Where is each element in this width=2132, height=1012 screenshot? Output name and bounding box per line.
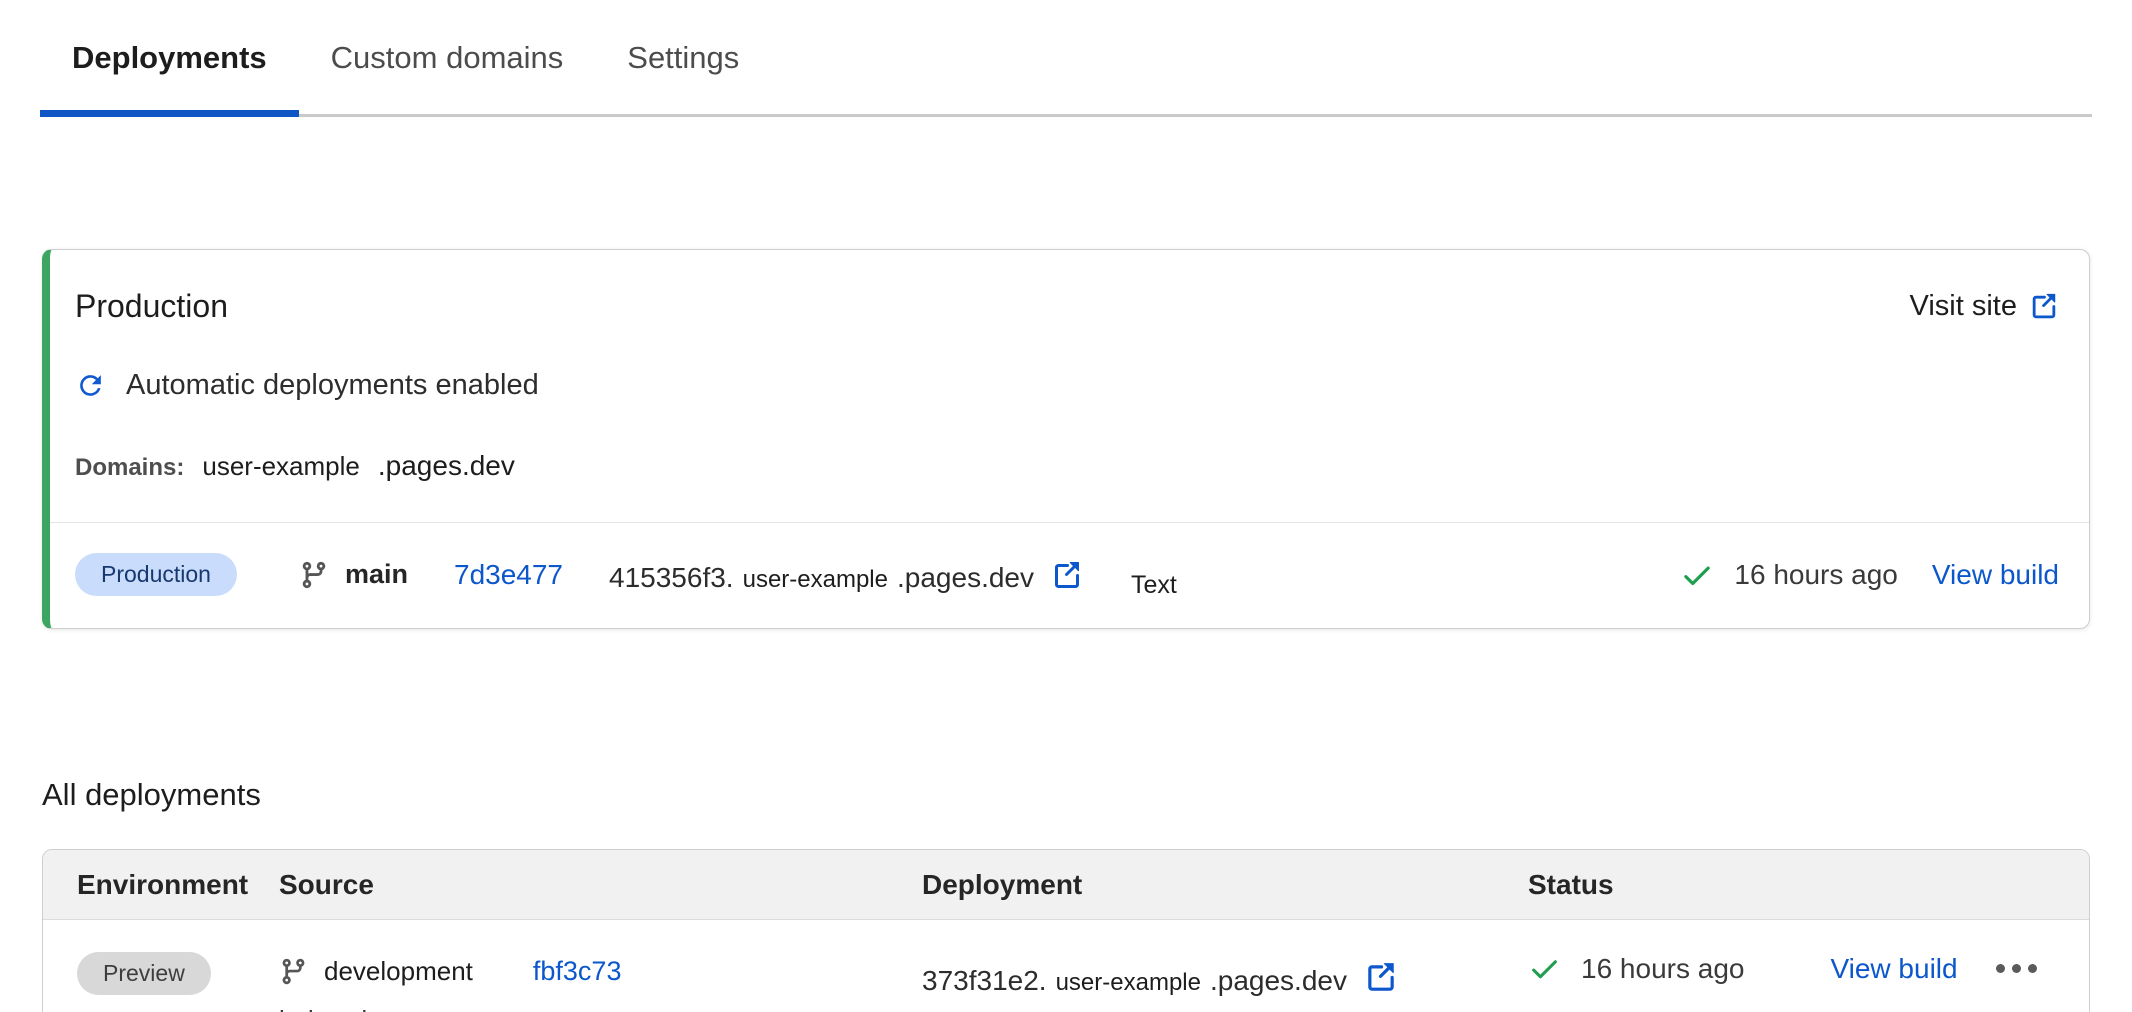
view-build-link[interactable]: View build bbox=[1830, 953, 1957, 985]
deployment-url-name: user-example bbox=[1056, 969, 1201, 997]
ellipsis-icon[interactable] bbox=[1992, 954, 2041, 983]
deployment-url: 373f31e2. user-example .pages.dev bbox=[922, 956, 1528, 997]
tab-settings[interactable]: Settings bbox=[595, 12, 771, 117]
domain-suffix: .pages.dev bbox=[378, 450, 515, 482]
production-card-title: Production bbox=[75, 288, 228, 325]
production-card: Production Visit site Automatic deployme… bbox=[42, 249, 2090, 629]
commit-link[interactable]: fbf3c73 bbox=[533, 956, 622, 987]
deployment-url-prefix: 415356f3. bbox=[609, 562, 734, 594]
view-build-link[interactable]: View build bbox=[1932, 559, 2059, 591]
commit-link[interactable]: 7d3e477 bbox=[454, 559, 563, 591]
column-header-environment: Environment bbox=[77, 869, 279, 901]
deployment-url: 415356f3. user-example .pages.dev bbox=[609, 555, 1083, 594]
column-header-deployment: Deployment bbox=[922, 869, 1528, 901]
tab-custom-domains[interactable]: Custom domains bbox=[299, 12, 596, 117]
external-link-icon[interactable] bbox=[1051, 560, 1083, 592]
domains-label: Domains: bbox=[75, 454, 184, 482]
deployment-time: 16 hours ago bbox=[1581, 953, 1744, 985]
visit-site-label: Visit site bbox=[1910, 290, 2017, 323]
table-row: Preview development fbf3c73 index change… bbox=[43, 920, 2089, 1012]
production-deployment-row: Production main 7d3e477 415356f3. user-e… bbox=[50, 522, 2089, 628]
environment-badge: Production bbox=[75, 553, 237, 596]
deployment-note: Text bbox=[1131, 571, 1177, 600]
git-branch-icon bbox=[299, 560, 329, 590]
tab-deployments[interactable]: Deployments bbox=[40, 12, 299, 117]
environment-badge: Preview bbox=[77, 952, 211, 995]
table-header-row: Environment Source Deployment Status bbox=[43, 850, 2089, 920]
deployments-table: Environment Source Deployment Status Pre… bbox=[42, 849, 2090, 1012]
column-header-status: Status bbox=[1528, 869, 2089, 901]
all-deployments-title: All deployments bbox=[42, 777, 2132, 813]
deployment-url-prefix: 373f31e2. bbox=[922, 965, 1047, 997]
tab-bar: Deployments Custom domains Settings bbox=[40, 0, 2092, 117]
external-link-icon bbox=[2029, 292, 2059, 322]
check-icon bbox=[1680, 558, 1714, 592]
column-header-source: Source bbox=[279, 869, 922, 901]
branch-name: main bbox=[345, 559, 408, 590]
deployment-url-suffix: .pages.dev bbox=[897, 562, 1034, 594]
domain-name: user-example bbox=[202, 451, 360, 482]
deployment-url-suffix: .pages.dev bbox=[1210, 965, 1347, 997]
visit-site-link[interactable]: Visit site bbox=[1910, 290, 2059, 323]
deployment-time: 16 hours ago bbox=[1734, 559, 1897, 591]
check-icon bbox=[1528, 952, 1561, 985]
git-branch-icon bbox=[279, 957, 308, 986]
deployment-url-name: user-example bbox=[743, 566, 888, 594]
refresh-icon bbox=[75, 370, 106, 401]
auto-deploy-text: Automatic deployments enabled bbox=[126, 369, 539, 402]
branch-name: development bbox=[324, 956, 473, 987]
production-card-info: Production Visit site Automatic deployme… bbox=[50, 250, 2089, 522]
external-link-icon[interactable] bbox=[1364, 961, 1398, 995]
commit-message: index change bbox=[279, 1005, 922, 1012]
